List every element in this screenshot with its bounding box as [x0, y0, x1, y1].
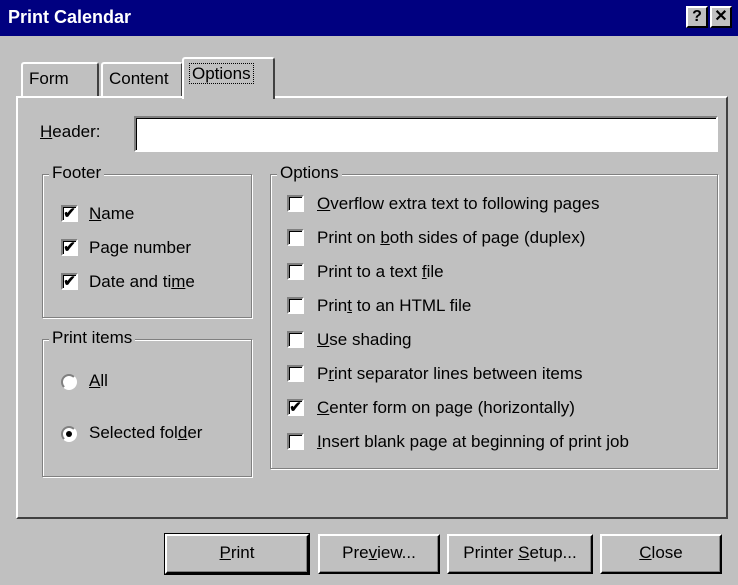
radio-selected-dot — [66, 431, 72, 437]
date-time-checkbox[interactable]: ✔ — [61, 273, 78, 290]
overflow-label[interactable]: Overflow extra text to following pages — [317, 194, 600, 214]
tab-form[interactable]: Form — [21, 62, 99, 96]
close-button[interactable]: Close — [600, 534, 722, 574]
date-time-label[interactable]: Date and time — [89, 272, 195, 292]
title-bar: Print Calendar ? ✕ — [0, 0, 738, 36]
shading-checkbox[interactable] — [287, 331, 304, 348]
text-file-label[interactable]: Print to a text file — [317, 262, 444, 282]
duplex-label[interactable]: Print on both sides of page (duplex) — [317, 228, 585, 248]
page-number-label[interactable]: Page number — [89, 238, 191, 258]
selected-folder-label[interactable]: Selected folder — [89, 423, 202, 443]
tab-options-label: Options — [189, 63, 254, 84]
blank-page-label[interactable]: Insert blank page at beginning of print … — [317, 432, 629, 452]
tab-content-label: Content — [109, 69, 169, 88]
center-form-label[interactable]: Center form on page (horizontally) — [317, 398, 575, 418]
separator-lines-checkbox[interactable] — [287, 365, 304, 382]
print-button[interactable]: Print — [164, 533, 310, 575]
window-title: Print Calendar — [8, 7, 132, 27]
html-file-checkbox[interactable] — [287, 297, 304, 314]
duplex-checkbox[interactable] — [287, 229, 304, 246]
printer-setup-button[interactable]: Printer Setup... — [447, 534, 593, 574]
help-button[interactable]: ? — [686, 6, 708, 28]
text-file-checkbox[interactable] — [287, 263, 304, 280]
overflow-checkbox[interactable] — [287, 195, 304, 212]
page-number-checkbox[interactable]: ✔ — [61, 239, 78, 256]
header-input[interactable] — [134, 116, 718, 152]
center-form-checkbox[interactable]: ✔ — [287, 399, 304, 416]
preview-button[interactable]: Preview... — [318, 534, 440, 574]
all-radio[interactable] — [61, 374, 77, 390]
shading-label[interactable]: Use shading — [317, 330, 412, 350]
separator-lines-label[interactable]: Print separator lines between items — [317, 364, 583, 384]
close-window-button[interactable]: ✕ — [710, 6, 732, 28]
print-items-group: Print items All Selected folder — [42, 328, 252, 477]
print-items-group-title: Print items — [49, 328, 136, 348]
all-label[interactable]: All — [89, 371, 108, 391]
footer-group: Footer ✔ Name ✔ Page number ✔ Date and t… — [42, 163, 252, 318]
selected-folder-radio[interactable] — [61, 426, 77, 442]
tab-content[interactable]: Content — [101, 62, 183, 96]
name-label[interactable]: Name — [89, 204, 134, 224]
html-file-label[interactable]: Print to an HTML file — [317, 296, 471, 316]
options-group: Options Overflow extra text to following… — [270, 163, 718, 469]
options-group-title: Options — [277, 163, 342, 183]
tab-form-label: Form — [29, 69, 69, 88]
options-tab-panel: Header: Footer ✔ Name ✔ Page number ✔ Da… — [16, 96, 728, 519]
header-label: Header: — [40, 122, 101, 141]
footer-group-title: Footer — [49, 163, 105, 183]
tab-options[interactable]: Options — [182, 57, 275, 99]
blank-page-checkbox[interactable] — [287, 433, 304, 450]
name-checkbox[interactable]: ✔ — [61, 205, 78, 222]
